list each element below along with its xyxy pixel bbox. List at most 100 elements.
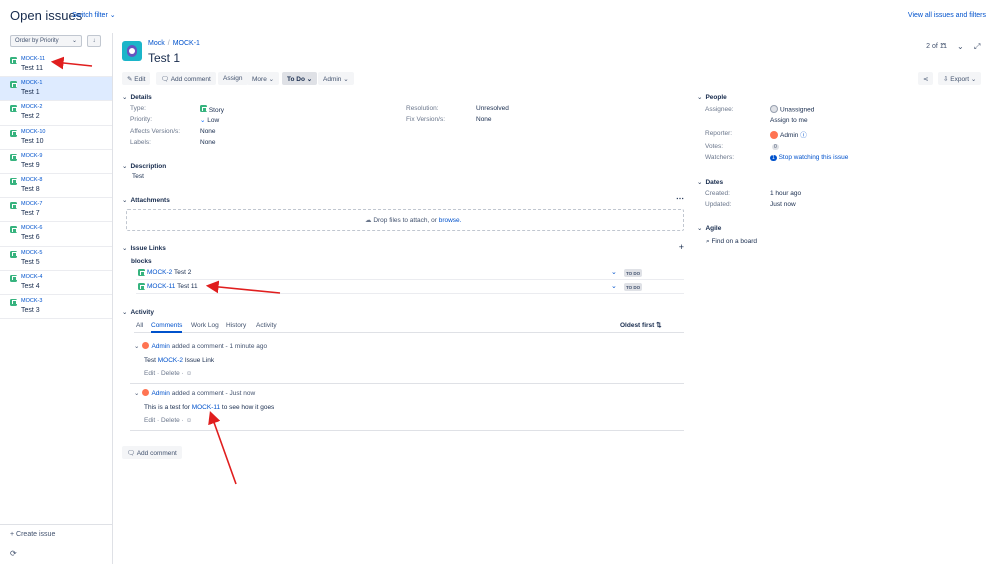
description-heading[interactable]: ⌄ Description xyxy=(122,162,166,170)
issue-list-item[interactable]: MOCK-2 Test 2 xyxy=(0,101,112,126)
issue-key: MOCK-6 xyxy=(21,225,43,232)
issue-summary: Test 7 xyxy=(21,210,40,218)
order-by-select[interactable]: Order by Priority ⌄ xyxy=(10,35,82,47)
comment-author[interactable]: Admin xyxy=(151,390,169,397)
comment-text-post: to see how it goes xyxy=(220,404,275,411)
fix-version-value: None xyxy=(476,116,492,123)
issue-list: MOCK-11 Test 11 MOCK-1 Test 1 MOCK-2 Test 2… xyxy=(0,53,112,320)
status-label: To Do xyxy=(287,76,305,83)
find-on-board-link[interactable]: ⌕ Find on a board xyxy=(706,238,757,246)
reporter-value[interactable]: Admin ⓘ xyxy=(770,129,807,139)
arrow-down-icon: ↓ xyxy=(92,38,96,44)
issue-link-row[interactable]: MOCK-11 Test 11 ⌄ TO DO xyxy=(136,281,684,294)
agile-heading-text: Agile xyxy=(705,225,722,232)
assign-to-me-link[interactable]: Assign to me xyxy=(770,117,808,124)
tab-activity[interactable]: Activity xyxy=(256,322,277,329)
story-icon xyxy=(10,274,17,282)
issue-list-item[interactable]: MOCK-3 Test 3 xyxy=(0,295,112,320)
votes-value[interactable]: 0 xyxy=(772,143,779,150)
comment-author[interactable]: Admin xyxy=(151,343,169,350)
comment-header: ⌄ Admin added a comment - Just now xyxy=(134,389,255,397)
story-icon xyxy=(10,81,17,89)
comment-delete-link[interactable]: Delete xyxy=(161,370,180,377)
status-lozenge: TO DO xyxy=(624,283,643,291)
updated-value: Just now xyxy=(770,201,796,208)
export-button[interactable]: ⇩ Export ⌄ xyxy=(938,72,982,85)
activity-heading[interactable]: ⌄ Activity xyxy=(122,308,154,316)
add-link-icon[interactable]: + xyxy=(679,242,684,252)
collapse-icon[interactable]: ⌄ xyxy=(134,390,139,397)
tab-work-log[interactable]: Work Log xyxy=(191,322,219,329)
tab-comments[interactable]: Comments xyxy=(151,322,183,333)
comment-issue-link[interactable]: MOCK-2 xyxy=(158,357,183,364)
priority-low-icon: ⌄ xyxy=(200,117,206,124)
add-comment-button[interactable]: 🗨 Add comment xyxy=(122,446,182,459)
issue-list-item[interactable]: MOCK-6 Test 6 xyxy=(0,222,112,247)
comment-issue-link[interactable]: MOCK-11 xyxy=(192,404,220,411)
priority-label: Priority: xyxy=(130,116,153,123)
issue-list-item[interactable]: MOCK-9 Test 9 xyxy=(0,150,112,174)
attachments-heading[interactable]: ⌄ Attachments ⋯ xyxy=(122,194,684,204)
issue-key: MOCK-2 xyxy=(21,104,43,111)
info-icon[interactable]: ⓘ xyxy=(800,132,807,139)
issue-links-heading[interactable]: ⌄ Issue Links + xyxy=(122,242,684,252)
chevron-up-icon[interactable]: ⌃ xyxy=(940,42,947,51)
type-label: Type: xyxy=(130,105,146,112)
issue-list-item[interactable]: MOCK-4 Test 4 xyxy=(0,271,112,295)
view-all-issues-link[interactable]: View all issues and filters xyxy=(908,12,986,19)
share-button[interactable]: ⋖ xyxy=(918,72,934,85)
issue-list-item[interactable]: MOCK-7 Test 7 xyxy=(0,198,112,223)
create-issue-button[interactable]: + Create issue xyxy=(10,531,55,538)
comment-edit-link[interactable]: Edit xyxy=(144,417,155,424)
assignee-label: Assignee: xyxy=(705,106,734,113)
affects-version-value: None xyxy=(200,128,216,135)
breadcrumb-issue-key[interactable]: MOCK-1 xyxy=(173,40,200,47)
comment-delete-link[interactable]: Delete xyxy=(161,417,180,424)
sort-order-button[interactable]: Oldest first ⇅ xyxy=(620,321,662,329)
issue-list-item[interactable]: MOCK-1 Test 1 xyxy=(0,77,112,102)
chevron-down-icon[interactable]: ⌄ xyxy=(957,42,964,51)
people-heading[interactable]: ⌄ People xyxy=(697,93,727,101)
linked-issue-key[interactable]: MOCK-2 xyxy=(147,269,172,276)
story-icon xyxy=(200,105,207,112)
breadcrumb-project[interactable]: Mock xyxy=(148,40,165,47)
assignee-value[interactable]: Unassigned xyxy=(770,105,814,114)
edit-button[interactable]: ✎ Edit xyxy=(122,72,151,85)
refresh-icon[interactable]: ⟳ xyxy=(10,549,17,558)
stop-watching-link[interactable]: Stop watching this issue xyxy=(779,154,849,161)
emoji-icon[interactable]: ☺ xyxy=(186,417,193,424)
admin-button[interactable]: Admin ⌄ xyxy=(318,72,354,85)
collapse-icon[interactable]: ⌄ xyxy=(134,343,139,350)
issue-key: MOCK-1 xyxy=(21,80,43,87)
details-heading[interactable]: ⌄ Details xyxy=(122,93,152,101)
tab-all[interactable]: All xyxy=(136,322,143,329)
expand-icon[interactable]: ⤢ xyxy=(974,42,980,52)
type-value: Story xyxy=(200,105,224,114)
issue-list-item[interactable]: MOCK-5 Test 5 xyxy=(0,247,112,271)
story-icon xyxy=(138,283,145,290)
more-options-icon[interactable]: ⋯ xyxy=(676,194,684,203)
comment-icon: 🗨 xyxy=(161,76,170,83)
project-avatar[interactable] xyxy=(122,41,142,61)
description-text[interactable]: Test xyxy=(132,173,144,180)
issue-title[interactable]: Test 1 xyxy=(148,51,180,65)
dates-heading[interactable]: ⌄ Dates xyxy=(697,178,723,186)
emoji-icon[interactable]: ☺ xyxy=(186,370,193,377)
switch-filter-button[interactable]: Switch filter ⌄ xyxy=(72,11,116,19)
issue-list-item[interactable]: MOCK-10 Test 10 xyxy=(0,126,112,150)
comment-edit-link[interactable]: Edit xyxy=(144,370,155,377)
sort-direction-button[interactable]: ↓ xyxy=(87,35,101,47)
linked-issue-key[interactable]: MOCK-11 xyxy=(147,283,175,290)
attachment-dropzone[interactable]: ☁ Drop files to attach, or browse. xyxy=(126,209,684,231)
comment-actions: Edit · Delete · ☺ xyxy=(144,417,193,424)
issue-link-row[interactable]: MOCK-2 Test 2 ⌄ TO DO xyxy=(136,267,684,280)
issue-list-item[interactable]: MOCK-11 Test 11 xyxy=(0,53,112,78)
tab-history[interactable]: History xyxy=(226,322,246,329)
issue-list-item[interactable]: MOCK-8 Test 8 xyxy=(0,174,112,199)
assign-button[interactable]: Assign xyxy=(218,72,248,85)
add-comment-button[interactable]: 🗨 Add comment xyxy=(156,72,216,85)
browse-link[interactable]: browse. xyxy=(439,217,462,224)
status-button[interactable]: To Do ⌄ xyxy=(282,72,318,85)
more-button[interactable]: More ⌄ xyxy=(247,72,280,85)
agile-heading[interactable]: ⌄ Agile xyxy=(697,224,721,232)
